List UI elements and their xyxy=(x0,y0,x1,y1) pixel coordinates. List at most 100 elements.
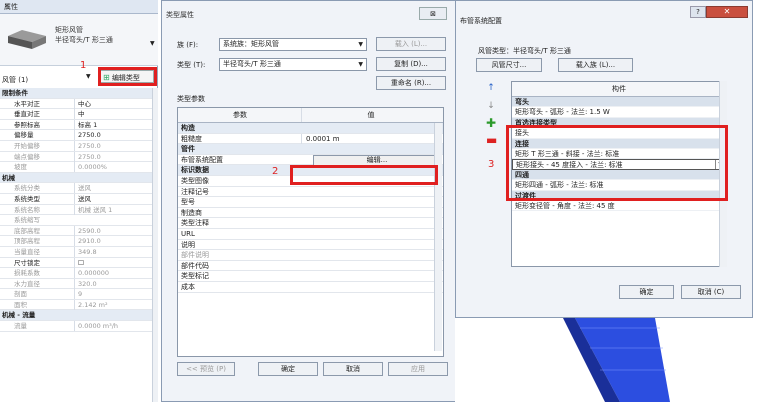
property-value[interactable]: 标高 1 xyxy=(74,119,150,130)
chevron-down-icon[interactable]: ▼ xyxy=(150,40,155,47)
step-marker-3: 3 xyxy=(488,159,495,170)
property-name: 机械 xyxy=(2,173,15,182)
property-row[interactable]: 系统分类 送风 xyxy=(0,183,152,194)
property-row[interactable]: 流量 0.0000 m³/h xyxy=(0,321,152,332)
parameter-row[interactable]: 说明 xyxy=(178,240,443,251)
parameter-row[interactable]: 粗糙度 0.0001 m xyxy=(178,133,443,145)
property-row[interactable]: 当量直径 349.8 xyxy=(0,246,152,258)
property-row[interactable]: 偏移量 2750.0 xyxy=(0,130,152,141)
property-value[interactable]: 9 xyxy=(74,289,150,300)
component-row[interactable]: 矩形变径管 - 角度 - 法兰: 45 度 xyxy=(512,201,726,212)
property-value[interactable]: 2750.0 xyxy=(74,140,150,151)
property-row[interactable]: 系统名称 机械 送风 1 xyxy=(0,204,152,216)
property-value[interactable]: 0.000000 xyxy=(74,268,150,279)
close-button[interactable]: ✕ xyxy=(706,6,748,18)
property-value[interactable]: 2910.0 xyxy=(74,236,150,247)
close-icon[interactable]: ✕ xyxy=(4,2,10,10)
property-row[interactable]: 系统缩写 xyxy=(0,215,152,226)
parameter-row[interactable]: 型号 xyxy=(178,197,443,208)
parameter-value[interactable]: 0.0001 m xyxy=(301,133,436,144)
category-header[interactable]: 限制条件 xyxy=(0,88,152,99)
help-button[interactable]: ? xyxy=(690,6,706,18)
property-row[interactable]: 垂直对正 中 xyxy=(0,109,152,120)
parameter-row[interactable]: 注释记号 xyxy=(178,187,443,198)
component-label: 弯头 xyxy=(515,98,529,106)
property-row[interactable]: 底部高程 2590.0 xyxy=(0,225,152,237)
property-value[interactable]: 0.0000 m³/h xyxy=(74,321,150,332)
move-down-icon[interactable]: ↓ xyxy=(486,101,496,111)
property-name: 偏移量 xyxy=(14,131,34,140)
close-button[interactable]: ⊠ xyxy=(419,7,447,20)
parameter-row[interactable]: URL xyxy=(178,229,443,240)
ok-button[interactable]: 确定 xyxy=(258,362,318,376)
property-value[interactable]: 0.0000% xyxy=(74,162,150,173)
add-row-icon[interactable]: ✚ xyxy=(486,117,496,129)
property-row[interactable]: 损耗系数 0.000000 xyxy=(0,268,152,279)
property-value[interactable]: 2590.0 xyxy=(74,225,150,236)
property-row[interactable]: 顶部高程 2910.0 xyxy=(0,236,152,247)
load-button[interactable]: 载入 (L)... xyxy=(376,37,446,51)
3d-view[interactable] xyxy=(455,318,762,402)
dialog-title: 类型属性 xyxy=(166,11,194,19)
property-value[interactable]: ☐ xyxy=(74,257,150,268)
property-value[interactable]: 349.8 xyxy=(74,246,150,257)
preview-button[interactable]: << 预览 (P) xyxy=(177,362,235,376)
parameter-row[interactable]: 部件说明 xyxy=(178,250,443,261)
parameter-name: 构造 xyxy=(181,124,195,132)
scrollbar[interactable] xyxy=(434,123,442,351)
apply-button[interactable]: 应用 xyxy=(388,362,448,376)
category-header[interactable]: 管件 xyxy=(178,144,443,155)
family-select[interactable]: 系统族：矩形风管 ▼ xyxy=(219,38,367,51)
property-row[interactable]: 系统类型 送风 xyxy=(0,193,152,205)
property-value[interactable]: 2750.0 xyxy=(74,130,150,141)
property-value[interactable]: 2750.0 xyxy=(74,151,150,162)
delete-row-icon[interactable]: ▬ xyxy=(486,134,497,146)
cancel-button[interactable]: 取消 xyxy=(323,362,383,376)
property-row[interactable]: 尺寸锁定 ☐ xyxy=(0,257,152,269)
parameter-row[interactable]: 类型标记 xyxy=(178,271,443,282)
property-value[interactable]: 送风 xyxy=(74,183,150,194)
property-row[interactable]: 面积 2.142 m² xyxy=(0,299,152,311)
property-row[interactable]: 端点偏移 2750.0 xyxy=(0,151,152,163)
category-header[interactable]: 机械 xyxy=(0,172,152,184)
ok-button[interactable]: 确定 xyxy=(619,285,674,299)
property-row[interactable]: 开始偏移 2750.0 xyxy=(0,140,152,152)
property-row[interactable]: 坡度 0.0000% xyxy=(0,162,152,173)
duplicate-button[interactable]: 复制 (D)... xyxy=(376,57,446,71)
property-row[interactable]: 水平对正 中心 xyxy=(0,98,152,110)
component-row[interactable]: 矩形弯头 - 弧形 - 法兰: 1.5 W xyxy=(512,107,726,118)
property-value[interactable]: 2.142 m² xyxy=(74,299,150,310)
cancel-button[interactable]: 取消 (C) xyxy=(681,285,741,299)
parameter-row[interactable]: 成本 xyxy=(178,282,443,293)
parameter-row[interactable]: 类型注释 xyxy=(178,218,443,229)
filter-dropdown-icon[interactable]: ▼ xyxy=(86,73,91,80)
property-row[interactable]: 剖面 9 xyxy=(0,289,152,300)
property-value[interactable]: 中 xyxy=(74,109,150,120)
highlight-box-3 xyxy=(506,125,728,201)
property-row[interactable]: 水力直径 320.0 xyxy=(0,278,152,290)
parameter-row[interactable]: 制造商 xyxy=(178,208,443,219)
property-name: 尺寸锁定 xyxy=(14,258,40,267)
duct-thumbnail-icon xyxy=(8,30,46,49)
scrollbar[interactable] xyxy=(152,88,158,402)
properties-titlebar: 属性 ✕ xyxy=(0,0,158,14)
type-select[interactable]: 半径弯头/T 形三通 ▼ xyxy=(219,58,367,71)
move-to-top-icon[interactable]: ↑ xyxy=(486,83,496,93)
duct-size-button[interactable]: 风管尺寸... xyxy=(476,58,542,72)
family-line-2: 半径弯头/T 形三通 xyxy=(55,36,113,44)
routing-preferences-dialog: 布管系统配置 ? ✕ 风管类型：半径弯头/T 形三通 风管尺寸... 载入族 (… xyxy=(455,0,753,318)
property-name: 机械 - 流量 xyxy=(2,311,36,320)
category-header[interactable]: 机械 - 流量 xyxy=(0,310,152,322)
property-value[interactable]: 320.0 xyxy=(74,278,150,289)
property-value[interactable]: 送风 xyxy=(74,193,150,204)
property-value[interactable]: 机械 送风 1 xyxy=(74,204,150,215)
property-value[interactable]: 中心 xyxy=(74,98,150,109)
property-row[interactable]: 参照标高 标高 1 xyxy=(0,119,152,131)
parameter-row[interactable]: 部件代码 xyxy=(178,261,443,272)
parameter-row[interactable]: 布管系统配置 编辑... xyxy=(178,154,443,166)
load-family-button[interactable]: 载入族 (L)... xyxy=(558,58,633,72)
parameter-name: 布管系统配置 xyxy=(181,155,223,164)
rename-button[interactable]: 重命名 (R)... xyxy=(376,76,446,90)
instance-filter[interactable]: 风管 (1) xyxy=(2,75,28,85)
category-header[interactable]: 构造 xyxy=(178,123,443,134)
